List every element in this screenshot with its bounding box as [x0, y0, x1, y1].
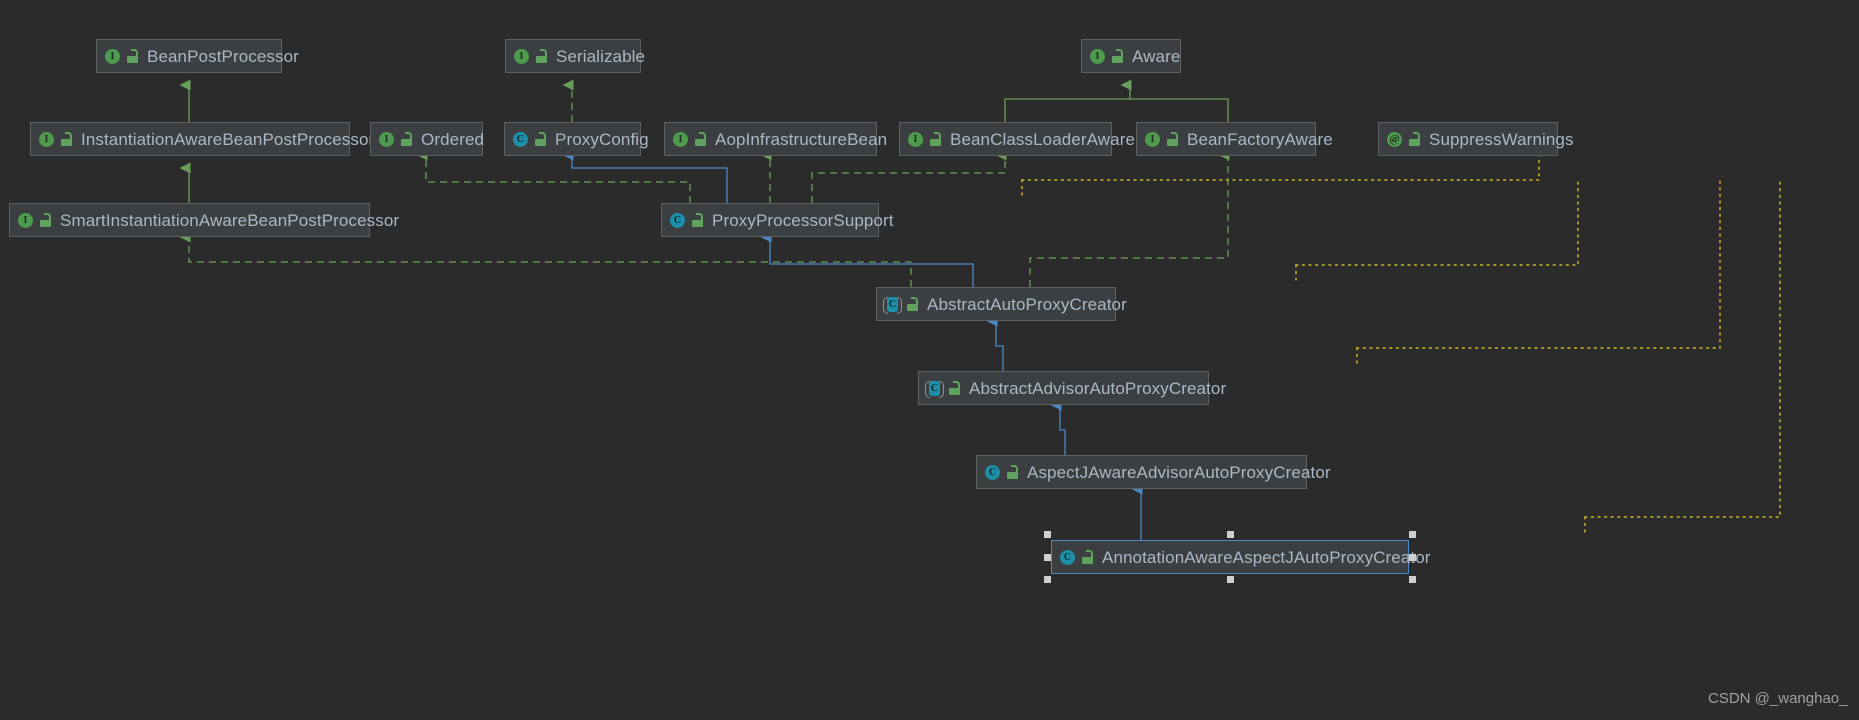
abstract-class-icon: C — [925, 380, 944, 398]
uml-class-diagram-canvas[interactable]: I BeanPostProcessor I Serializable I Aware I In… — [0, 0, 1859, 720]
public-visibility-icon — [694, 132, 707, 146]
class-node-label: Serializable — [556, 46, 646, 66]
class-node-label: Ordered — [421, 129, 485, 149]
edge-proxyprocessorsupport-to-ordered — [416, 149, 691, 203]
selection-handle[interactable] — [1409, 531, 1416, 538]
class-node-InstantiationAwareBeanPostProcessor[interactable]: I InstantiationAwareBeanPostProcessor — [30, 122, 374, 156]
edge-proxyprocessorsupport-to-suppresswarnings — [1021, 154, 1540, 181]
class-node-AopInfrastructureBean[interactable]: I AopInfrastructureBean — [664, 122, 887, 156]
interface-icon: I — [907, 131, 924, 148]
class-node-label: Aware — [1132, 46, 1181, 66]
interface-icon: I — [104, 48, 121, 65]
edge-abstractautoproxycreator-to-proxyprocessorsupport — [760, 231, 974, 287]
interface-icon: I — [38, 131, 55, 148]
class-icon: C — [669, 212, 686, 229]
public-visibility-icon — [1166, 132, 1179, 146]
edge-proxyprocessorsupport-to-proxyconfig — [562, 149, 728, 203]
public-visibility-icon — [39, 213, 52, 227]
edge-layer — [179, 79, 1781, 540]
selection-handle[interactable] — [1227, 531, 1234, 538]
public-visibility-icon — [1081, 550, 1094, 564]
edge-aspectjawareadvisor-to-abstractadvisor — [1050, 399, 1066, 455]
class-node-label: ProxyProcessorSupport — [712, 210, 894, 230]
class-node-BeanFactoryAware[interactable]: I BeanFactoryAware — [1136, 122, 1333, 156]
class-node-label: AbstractAdvisorAutoProxyCreator — [969, 378, 1227, 398]
class-icon: C — [512, 131, 529, 148]
class-node-label: BeanFactoryAware — [1187, 129, 1333, 149]
class-node-AbstractAdvisorAutoProxyCreator[interactable]: C AbstractAdvisorAutoProxyCreator — [918, 371, 1226, 405]
class-node-SuppressWarnings[interactable]: @ SuppressWarnings — [1378, 122, 1573, 156]
edge-abstractadvisor-to-abstractauto — [986, 315, 1004, 371]
class-node-ProxyConfig[interactable]: C ProxyConfig — [504, 122, 649, 156]
public-visibility-icon — [948, 381, 961, 395]
selection-handle[interactable] — [1409, 554, 1416, 561]
selection-handle[interactable] — [1044, 531, 1051, 538]
edge-annotationaware-to-suppresswarnings — [1584, 179, 1781, 518]
interface-icon: I — [672, 131, 689, 148]
class-node-label: AopInfrastructureBean — [715, 129, 888, 149]
public-visibility-icon — [1111, 49, 1124, 63]
public-visibility-icon — [126, 49, 139, 63]
edge-abstractautoproxycreator-to-beanfactoryaware — [1029, 149, 1230, 287]
class-node-label: SuppressWarnings — [1429, 129, 1574, 149]
edge-abstractautoproxycreator-to-smartinstantiationaware — [179, 231, 912, 287]
selection-handle[interactable] — [1409, 576, 1416, 583]
selection-handle[interactable] — [1227, 576, 1234, 583]
class-node-Ordered[interactable]: I Ordered — [370, 122, 485, 156]
public-visibility-icon — [60, 132, 73, 146]
edge-aware-fork — [1004, 98, 1229, 122]
class-node-Serializable[interactable]: I Serializable — [505, 39, 645, 73]
edge-abstractadvisor-to-suppresswarnings — [1356, 179, 1721, 349]
class-node-SmartInstantiationAwareBeanPostProcessor[interactable]: I SmartInstantiationAwareBeanPostProcesso… — [9, 203, 399, 237]
public-visibility-icon — [534, 132, 547, 146]
class-node-AbstractAutoProxyCreator[interactable]: C AbstractAutoProxyCreator — [876, 287, 1127, 321]
csdn-watermark: CSDN @_wanghao_ — [1708, 690, 1848, 707]
public-visibility-icon — [1408, 132, 1421, 146]
class-icon: C — [984, 464, 1001, 481]
class-node-Aware[interactable]: I Aware — [1081, 39, 1181, 73]
interface-icon: I — [378, 131, 395, 148]
public-visibility-icon — [535, 49, 548, 63]
class-node-BeanPostProcessor[interactable]: I BeanPostProcessor — [96, 39, 299, 73]
public-visibility-icon — [906, 297, 919, 311]
edge-proxyprocessorsupport-to-beanclassloaderaware — [811, 149, 1007, 203]
public-visibility-icon — [1006, 465, 1019, 479]
class-node-BeanClassLoaderAware[interactable]: I BeanClassLoaderAware — [899, 122, 1135, 156]
interface-icon: I — [1089, 48, 1106, 65]
abstract-class-icon: C — [883, 296, 902, 314]
annotation-icon: @ — [1386, 131, 1403, 148]
class-node-label: BeanClassLoaderAware — [950, 129, 1136, 149]
class-node-label: SmartInstantiationAwareBeanPostProcessor — [60, 210, 400, 230]
edge-abstractautoproxycreator-to-suppresswarnings — [1295, 179, 1579, 266]
public-visibility-icon — [691, 213, 704, 227]
selection-handle[interactable] — [1044, 554, 1051, 561]
interface-icon: I — [1144, 131, 1161, 148]
class-node-label: AnnotationAwareAspectJAutoProxyCreator — [1102, 547, 1431, 567]
class-node-label: ProxyConfig — [555, 129, 649, 149]
interface-icon: I — [513, 48, 530, 65]
class-node-AspectJAwareAdvisorAutoProxyCreator[interactable]: C AspectJAwareAdvisorAutoProxyCreator — [976, 455, 1331, 489]
selection-handle[interactable] — [1044, 576, 1051, 583]
class-icon: C — [1059, 549, 1076, 566]
class-node-label: AspectJAwareAdvisorAutoProxyCreator — [1027, 462, 1331, 482]
public-visibility-icon — [929, 132, 942, 146]
class-node-AnnotationAwareAspectJAutoProxyCreator[interactable]: C AnnotationAwareAspectJAutoProxyCreator — [1051, 540, 1430, 574]
class-node-label: AbstractAutoProxyCreator — [927, 294, 1127, 314]
class-node-label: BeanPostProcessor — [147, 46, 299, 66]
class-node-label: InstantiationAwareBeanPostProcessor — [81, 129, 375, 149]
interface-icon: I — [17, 212, 34, 229]
public-visibility-icon — [400, 132, 413, 146]
class-node-ProxyProcessorSupport[interactable]: C ProxyProcessorSupport — [661, 203, 894, 237]
